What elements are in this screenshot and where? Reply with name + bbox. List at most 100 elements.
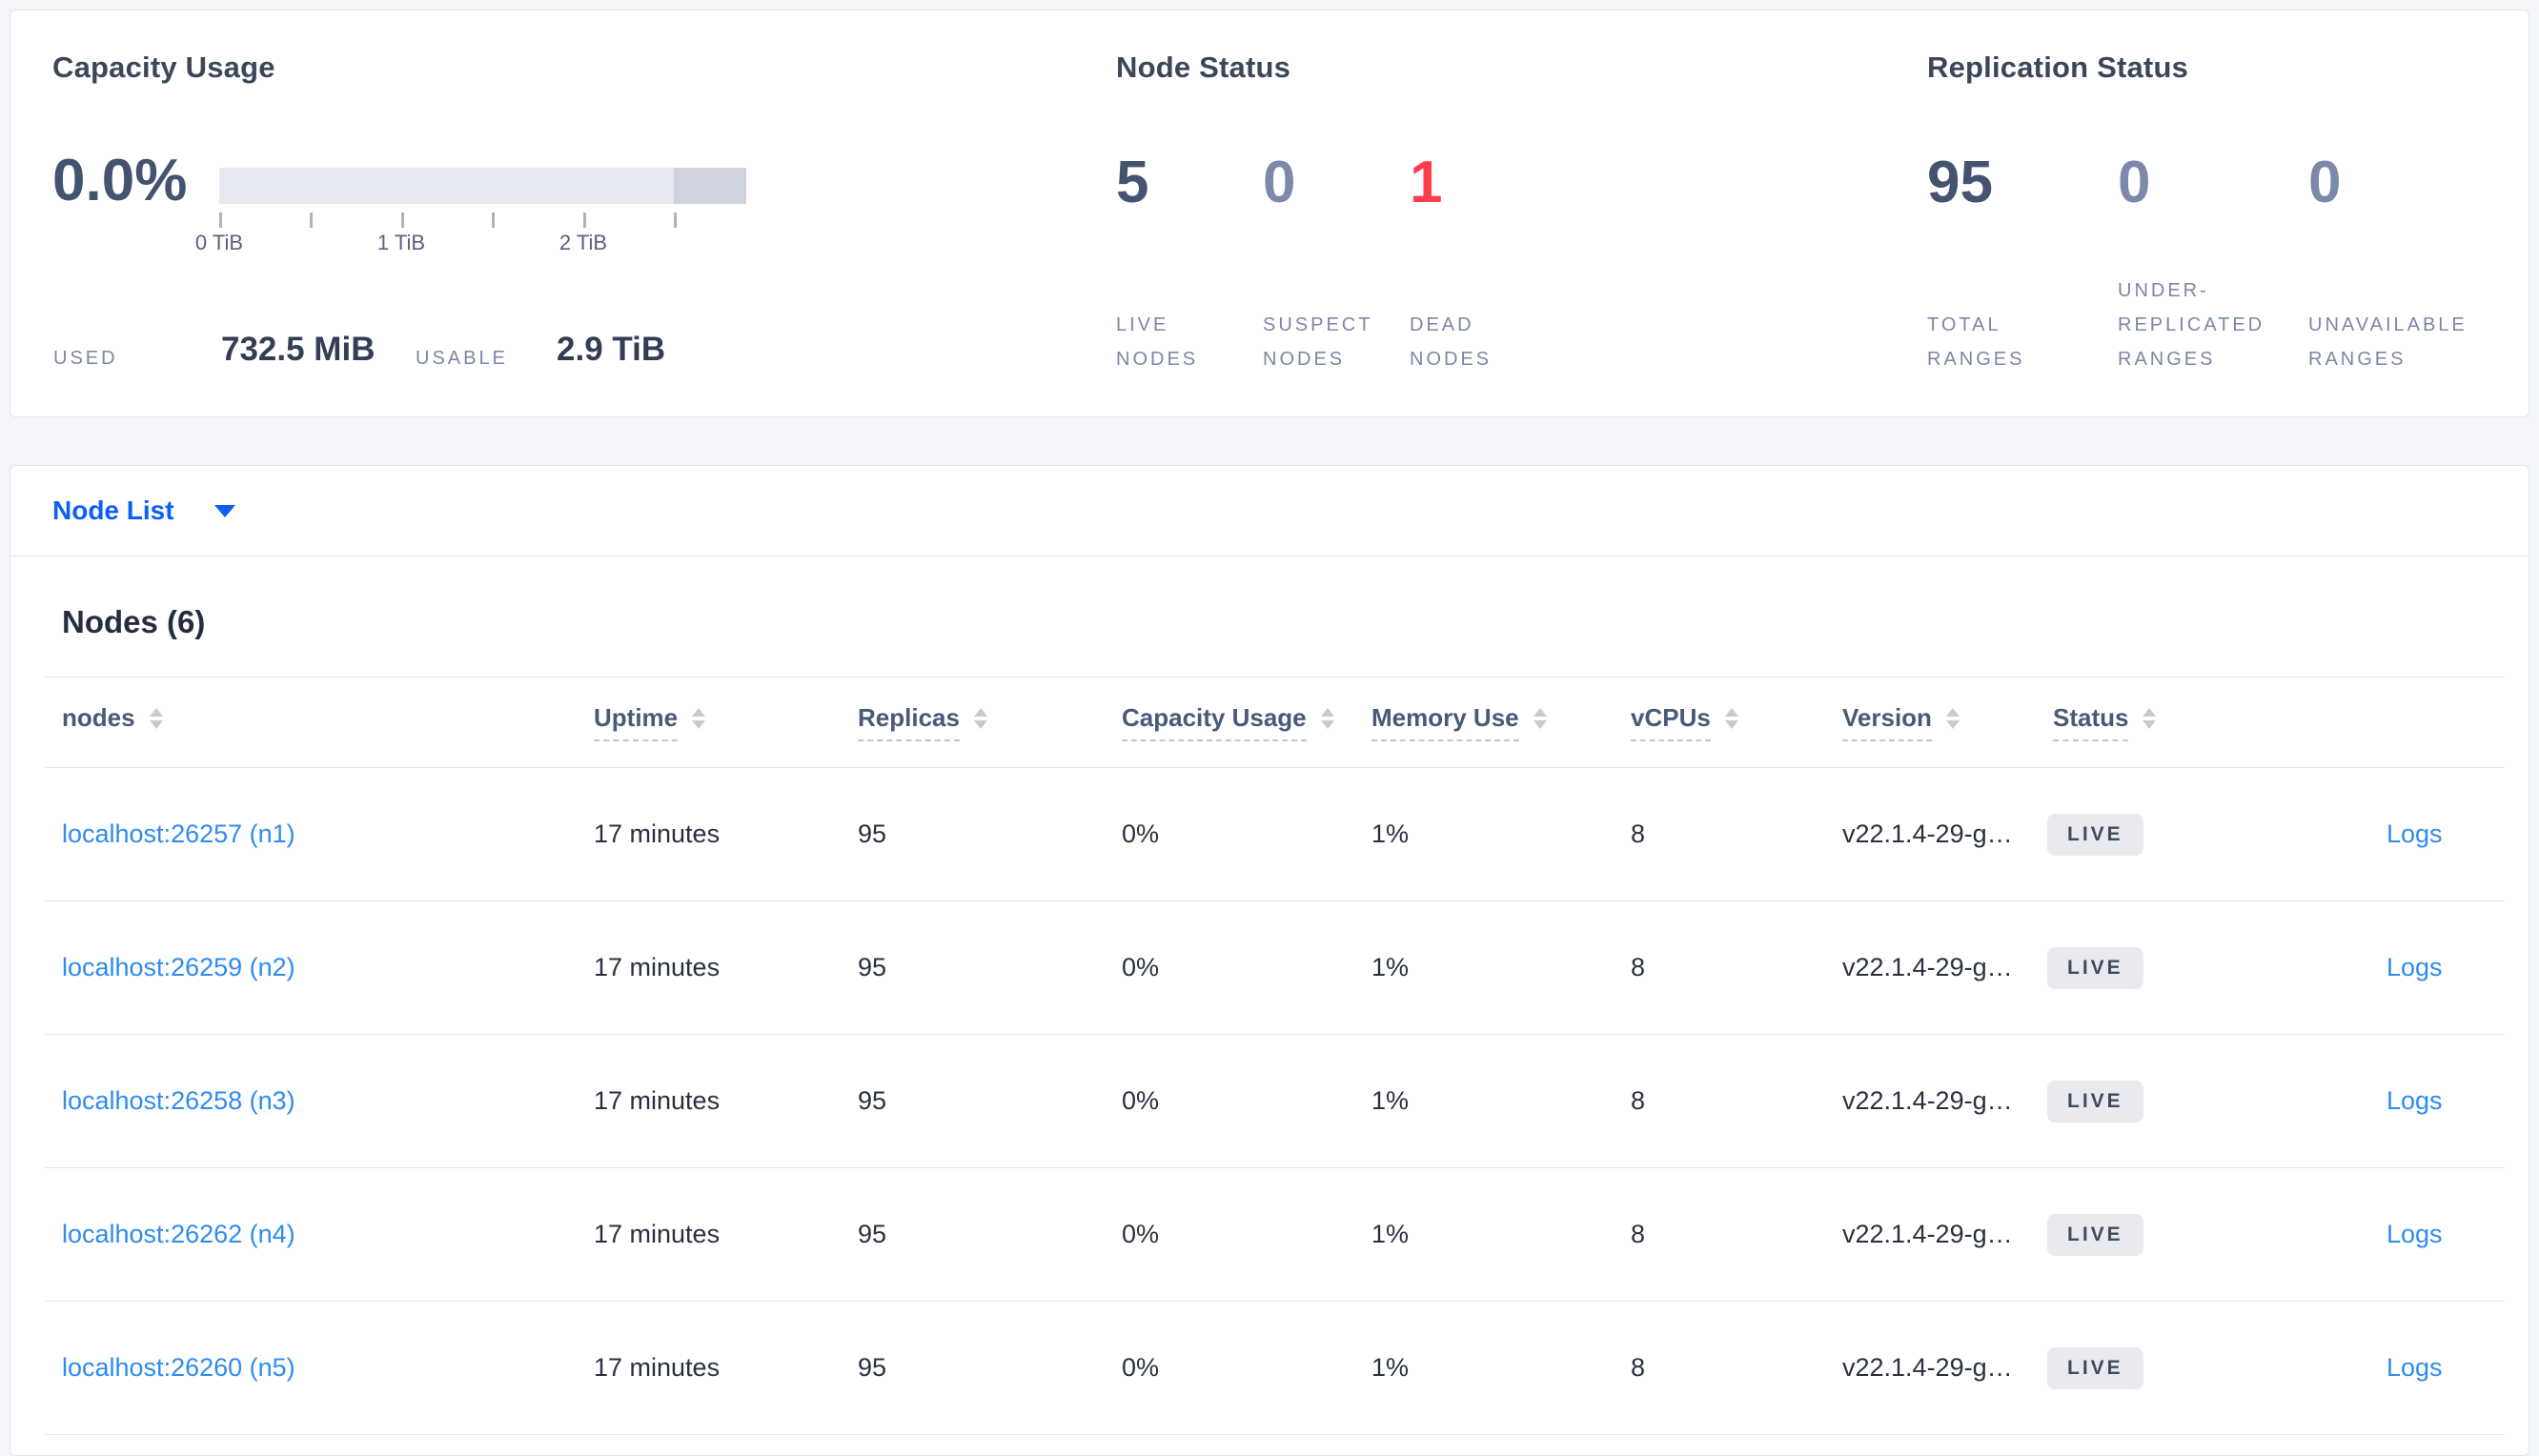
column-header[interactable]: Version xyxy=(1825,677,2036,767)
stat-value: 95 xyxy=(1927,150,1993,215)
stat-label: DEAD NODES xyxy=(1410,314,1493,370)
column-header[interactable]: nodes xyxy=(45,677,577,767)
status-badge: LIVE xyxy=(2047,1213,2143,1256)
replicas-cell: 95 xyxy=(858,819,887,848)
node-status-stat: 5 LIVE NODES xyxy=(1116,10,1263,416)
node-status-stats: 5 LIVE NODES 0 SUSPECT NODES 1 DEAD NODE… xyxy=(1116,10,1556,416)
replicas-cell: 95 xyxy=(858,1220,887,1248)
capacity-bar-reserved-segment xyxy=(674,168,746,204)
uptime-cell: 17 minutes xyxy=(594,1220,721,1248)
stat-value: 0 xyxy=(2118,150,2151,215)
capacity-tick-label: 1 TiB xyxy=(376,231,426,254)
capacity-axis-tick xyxy=(674,212,677,228)
column-header[interactable]: Capacity Usage xyxy=(1105,677,1354,767)
version-cell: v22.1.4-29-g… xyxy=(1842,953,2013,981)
column-header-label: Memory Use xyxy=(1371,703,1519,741)
uptime-cell: 17 minutes xyxy=(594,1086,721,1115)
sort-icon xyxy=(1724,708,1738,729)
status-badge: LIVE xyxy=(2047,946,2143,989)
node-list-card: Node List Nodes (6) nodes Uptime Replica… xyxy=(10,465,2529,1456)
logs-link[interactable]: Logs xyxy=(2387,953,2443,982)
node-address-link[interactable]: localhost:26259 (n2) xyxy=(62,953,295,982)
stat-value: 5 xyxy=(1116,150,1149,215)
capacity-axis-tick xyxy=(492,212,495,228)
column-header[interactable]: Memory Use xyxy=(1354,677,1614,767)
column-header-label: Status xyxy=(2053,703,2129,741)
capacity-usage-title: Capacity Usage xyxy=(52,51,275,84)
sort-icon xyxy=(692,708,706,729)
uptime-cell: 17 minutes xyxy=(594,819,721,848)
sort-down-icon xyxy=(1724,720,1738,729)
node-address-link[interactable]: localhost:26257 (n1) xyxy=(62,819,295,849)
logs-link[interactable]: Logs xyxy=(2387,1353,2443,1383)
sort-up-icon xyxy=(1320,708,1334,717)
capacity-bar-usable-segment xyxy=(219,168,674,204)
column-header[interactable]: Replicas xyxy=(841,677,1105,767)
node-list-dropdown[interactable]: Node List xyxy=(52,495,235,526)
sort-up-icon xyxy=(2143,708,2157,717)
sort-icon xyxy=(973,708,987,729)
sort-up-icon xyxy=(692,708,706,717)
logs-link[interactable]: Logs xyxy=(2387,1086,2443,1116)
status-badge: LIVE xyxy=(2047,1346,2143,1389)
node-address-link[interactable]: localhost:26262 (n4) xyxy=(62,1220,295,1249)
capacity-usage-cell: 0% xyxy=(1122,819,1160,848)
vcpus-cell: 8 xyxy=(1631,1353,1646,1382)
stat-value: 1 xyxy=(1410,150,1443,215)
column-header[interactable]: Status xyxy=(2036,677,2369,767)
column-header-label: vCPUs xyxy=(1631,703,1711,741)
node-status-stat: 1 DEAD NODES xyxy=(1410,10,1556,416)
sort-icon xyxy=(2143,708,2157,729)
version-cell: v22.1.4-29-g… xyxy=(1842,1086,2013,1115)
replicas-cell: 95 xyxy=(858,1353,887,1382)
status-badge: LIVE xyxy=(2047,1080,2143,1122)
sort-up-icon xyxy=(1533,708,1547,717)
version-cell: v22.1.4-29-g… xyxy=(1842,1220,2013,1248)
stat-label: UNDER- REPLICATED RANGES xyxy=(2118,280,2265,370)
capacity-usage-cell: 0% xyxy=(1122,1220,1160,1248)
memory-use-cell: 1% xyxy=(1371,1353,1410,1382)
cluster-summary-card: Capacity Usage 0.0% 0 TiB 1 TiB 2 TiB US… xyxy=(10,10,2529,417)
logs-link[interactable]: Logs xyxy=(2387,819,2443,849)
caret-down-icon xyxy=(213,504,235,517)
logs-column-header xyxy=(2369,677,2507,767)
sort-up-icon xyxy=(149,708,163,717)
memory-use-cell: 1% xyxy=(1371,1220,1410,1248)
capacity-percent: 0.0% xyxy=(52,148,188,213)
column-header[interactable]: Uptime xyxy=(577,677,841,767)
table-row: localhost:26262 (n4) 17 minutes 95 0% 1%… xyxy=(45,1168,2505,1302)
sort-down-icon xyxy=(1320,720,1334,729)
memory-use-cell: 1% xyxy=(1371,819,1410,848)
vcpus-cell: 8 xyxy=(1631,1086,1646,1115)
table-row: localhost:26260 (n5) 17 minutes 95 0% 1%… xyxy=(45,1302,2505,1435)
stat-value: 0 xyxy=(1263,150,1296,215)
memory-use-cell: 1% xyxy=(1371,953,1410,981)
node-status-stat: 0 SUSPECT NODES xyxy=(1263,10,1410,416)
capacity-usage-cell: 0% xyxy=(1122,953,1160,981)
view-selector-bar: Node List xyxy=(10,466,2529,556)
stat-value: 0 xyxy=(2308,150,2342,215)
sort-icon xyxy=(1320,708,1334,729)
column-header-label: Replicas xyxy=(858,703,960,741)
logs-link[interactable]: Logs xyxy=(2387,1220,2443,1249)
capacity-axis-tick xyxy=(401,212,404,228)
table-row: localhost:26258 (n3) 17 minutes 95 0% 1%… xyxy=(45,1035,2505,1168)
vcpus-cell: 8 xyxy=(1631,819,1646,848)
stat-label: UNAVAILABLE RANGES xyxy=(2308,314,2468,370)
node-list-dropdown-label: Node List xyxy=(52,495,174,525)
table-header-row: nodes Uptime Replicas Capacity Usage Mem… xyxy=(45,677,2505,768)
uptime-cell: 17 minutes xyxy=(594,953,721,981)
capacity-tick-label: 0 TiB xyxy=(194,231,244,254)
capacity-tick-label: 2 TiB xyxy=(559,231,608,254)
nodes-table: nodes Uptime Replicas Capacity Usage Mem… xyxy=(45,677,2505,1435)
capacity-usage-cell: 0% xyxy=(1122,1353,1160,1382)
column-header-label: nodes xyxy=(62,703,135,732)
sort-down-icon xyxy=(1945,720,1960,729)
column-header[interactable]: vCPUs xyxy=(1614,677,1825,767)
stat-label: LIVE NODES xyxy=(1116,314,1199,370)
table-body: localhost:26257 (n1) 17 minutes 95 0% 1%… xyxy=(45,768,2505,1435)
node-address-link[interactable]: localhost:26260 (n5) xyxy=(62,1353,295,1383)
sort-icon xyxy=(1945,708,1960,729)
node-address-link[interactable]: localhost:26258 (n3) xyxy=(62,1086,295,1116)
column-header-label: Capacity Usage xyxy=(1122,703,1307,741)
